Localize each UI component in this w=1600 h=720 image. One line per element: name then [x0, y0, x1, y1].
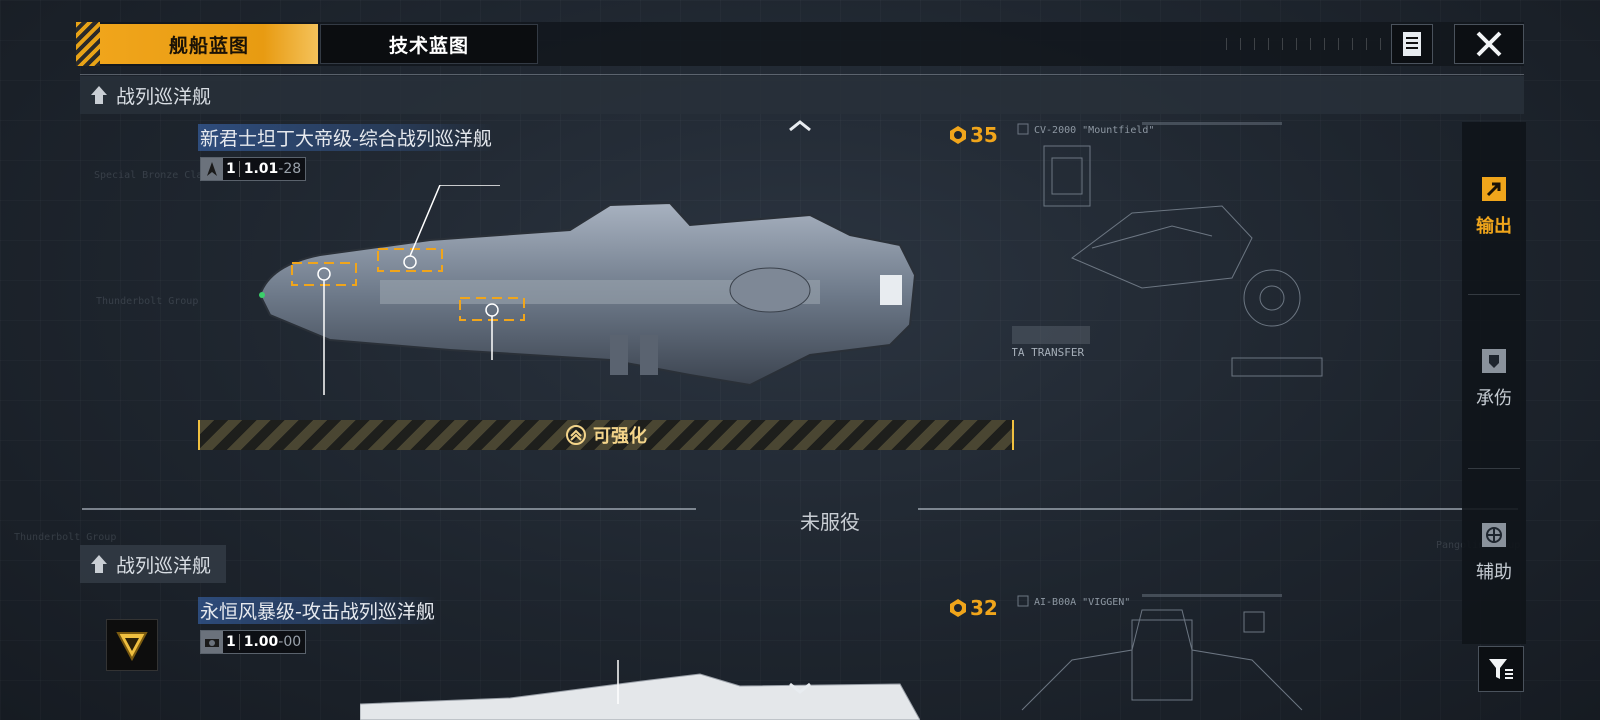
scroll-down-chevron[interactable] — [785, 680, 815, 696]
ship-class-icon — [91, 86, 107, 104]
upgrade-label: 可强化 — [593, 426, 647, 447]
ship-render[interactable] — [250, 185, 930, 400]
role-tank[interactable]: 承伤 — [1462, 294, 1526, 464]
tab-tech-blueprint[interactable]: 技术蓝图 — [320, 24, 538, 64]
support-icon — [1482, 523, 1506, 547]
divider — [80, 74, 1524, 75]
ship-render[interactable] — [360, 660, 920, 720]
upgrade-bar[interactable]: 可强化 — [198, 420, 1014, 450]
divider-left — [82, 508, 696, 510]
tab-ship-blueprint[interactable]: 舰船蓝图 — [100, 24, 318, 64]
shield-icon — [1482, 349, 1506, 373]
blueprint-panel: CV-2000 "Mountfield" DATA TRANSFER — [1012, 122, 1323, 377]
ship-name[interactable]: 新君士坦丁大帝级-综合战列巡洋舰 — [198, 124, 494, 151]
triangle-rank-icon — [116, 632, 148, 662]
cost-value: 35 — [970, 123, 998, 147]
ship-level: 1.00-00 — [243, 634, 302, 650]
chevron-up-icon — [789, 120, 811, 132]
svg-text:AI-B00A "VIGGEN": AI-B00A "VIGGEN" — [1034, 597, 1130, 608]
ship-tier: 1 — [223, 161, 240, 177]
ship-level: 1.01-28 — [243, 161, 302, 177]
rank-badge — [106, 619, 158, 671]
ship-cost: 35 — [948, 123, 998, 147]
ship-type-icon — [201, 631, 223, 653]
hud-fragment: Thunderbolt Group — [96, 296, 199, 307]
role-label: 辅助 — [1476, 562, 1512, 583]
blueprint-panel: AI-B00A "VIGGEN" — [1017, 594, 1303, 711]
section-title: 战列巡洋舰 — [116, 85, 212, 108]
cost-icon — [950, 599, 966, 617]
section-title: 战列巡洋舰 — [116, 554, 212, 577]
section-header-battlecruiser: 战列巡洋舰 — [80, 76, 1524, 114]
list-button[interactable] — [1391, 24, 1433, 64]
hud-fragment: Thunderbolt Group — [14, 532, 117, 543]
hud-fragment: Special Bronze Class — [94, 170, 215, 181]
upgrade-chevron-icon — [566, 425, 586, 445]
section-header-battlecruiser-inactive: 战列巡洋舰 — [80, 545, 226, 583]
chevron-down-icon — [789, 682, 811, 694]
role-label: 承伤 — [1476, 388, 1512, 409]
cost-icon — [950, 126, 966, 144]
document-list-icon — [1403, 32, 1421, 56]
svg-text:CV-2000 "Mountfield": CV-2000 "Mountfield" — [1034, 125, 1154, 136]
svg-text:DATA TRANSFER: DATA TRANSFER — [1012, 346, 1084, 359]
arrow-out-icon — [1482, 177, 1506, 201]
ship-level-badge: 1 1.01-28 — [200, 157, 307, 181]
role-output[interactable]: 输出 — [1462, 122, 1526, 292]
ship-level-badge: 1 1.00-00 — [200, 630, 307, 654]
role-label: 输出 — [1476, 216, 1512, 237]
filter-button[interactable] — [1478, 646, 1524, 692]
hazard-stripe — [76, 22, 100, 66]
ship-name[interactable]: 永恒风暴级-攻击战列巡洋舰 — [198, 597, 437, 624]
close-icon — [1476, 31, 1502, 57]
role-support[interactable]: 辅助 — [1462, 468, 1526, 638]
filter-icon — [1489, 659, 1513, 679]
close-button[interactable] — [1454, 24, 1524, 64]
ship-cost: 32 — [948, 596, 998, 620]
role-filter-sidebar: 输出 承伤 辅助 — [1462, 122, 1526, 644]
cost-value: 32 — [970, 596, 998, 620]
ship-type-icon — [201, 158, 223, 180]
divider-right — [918, 508, 1518, 510]
top-tab-bar: 舰船蓝图 技术蓝图 — [76, 22, 1524, 66]
not-in-service-label: 未服役 — [800, 510, 860, 534]
ship-class-icon — [91, 555, 107, 573]
scroll-up-chevron[interactable] — [785, 118, 815, 134]
ship-tier: 1 — [223, 634, 240, 650]
